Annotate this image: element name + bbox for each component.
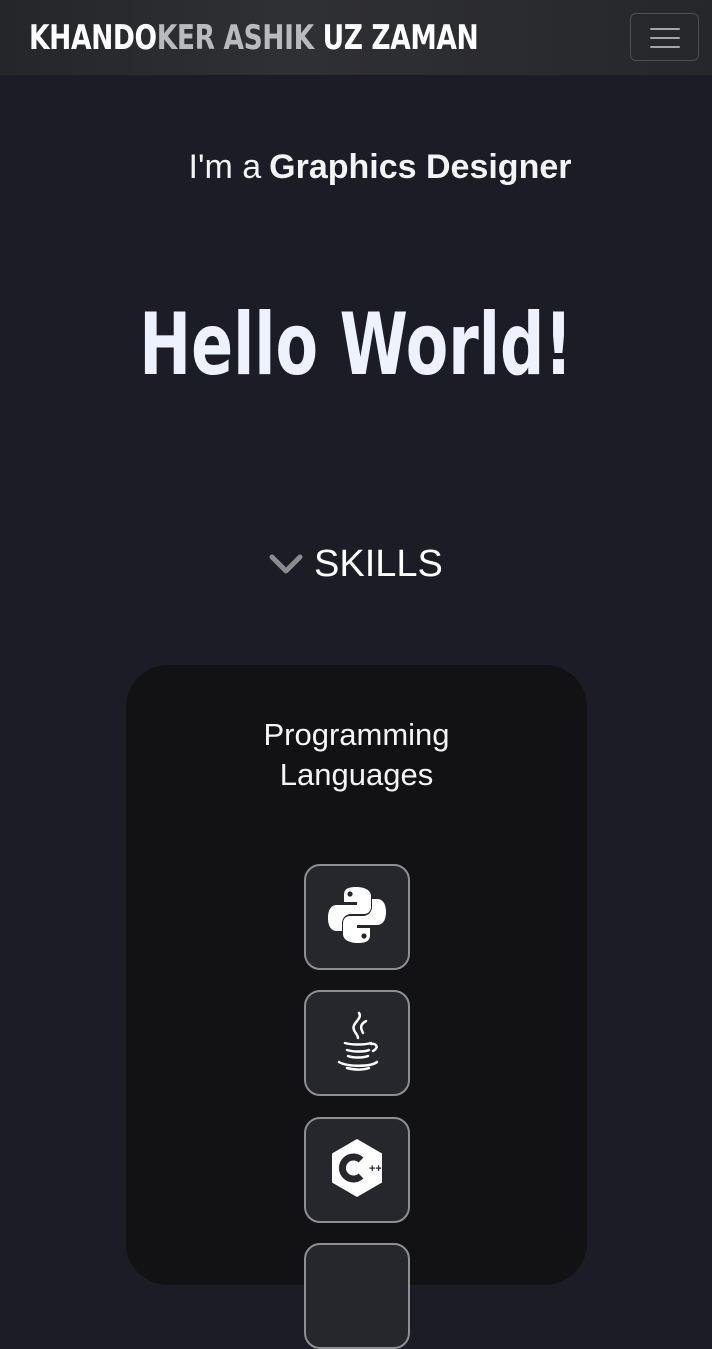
brand-text-part3: UZ ZAMAN bbox=[313, 18, 479, 58]
skills-card-programming: Programming Languages ++ bbox=[126, 665, 587, 1349]
brand-name[interactable]: KHANDOKER ASHIK UZ ZAMAN bbox=[29, 14, 479, 62]
card-title-line2: Languages bbox=[279, 757, 434, 792]
brand-text-part1: KHANDO bbox=[29, 18, 157, 58]
card-title-line1: Programming bbox=[263, 717, 450, 752]
skills-toggle[interactable]: SKILLS bbox=[268, 540, 443, 588]
java-icon bbox=[325, 1009, 389, 1078]
chevron-down-icon bbox=[268, 552, 304, 576]
card-title: Programming Languages bbox=[126, 715, 587, 795]
hero-tagline: I'm a Graphics Designer bbox=[0, 143, 712, 191]
tagline-role: Graphics Designer bbox=[269, 148, 572, 186]
navbar: KHANDOKER ASHIK UZ ZAMAN bbox=[0, 0, 712, 75]
skill-tile-python[interactable] bbox=[304, 864, 410, 970]
skills-label: SKILLS bbox=[314, 543, 443, 585]
skill-tile-java[interactable] bbox=[304, 990, 410, 1096]
skill-tile-cplusplus[interactable]: ++ bbox=[304, 1117, 410, 1223]
cplusplus-icon: ++ bbox=[325, 1136, 389, 1205]
hero-greeting: Hello World! bbox=[0, 295, 712, 395]
tagline-prefix: I'm a bbox=[188, 148, 262, 186]
menu-toggle-button[interactable] bbox=[630, 13, 699, 61]
python-icon bbox=[325, 883, 389, 952]
skill-tile-language[interactable] bbox=[304, 1243, 410, 1349]
brand-text-part2: KER ASHIK bbox=[156, 18, 314, 58]
svg-text:++: ++ bbox=[369, 1163, 382, 1175]
greeting-text: Hello World! bbox=[139, 295, 573, 395]
